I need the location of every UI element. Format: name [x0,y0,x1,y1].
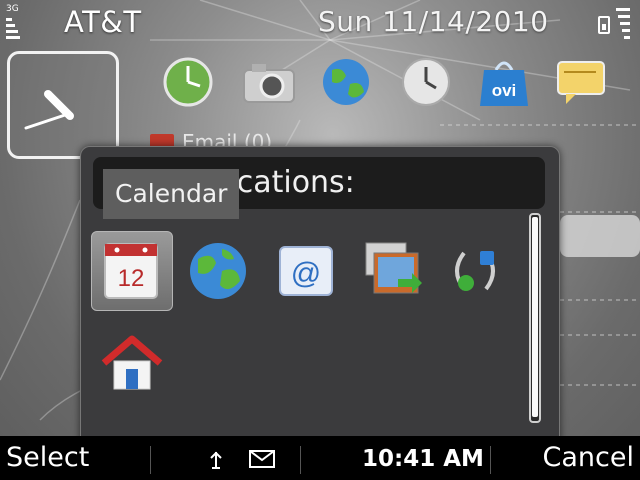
photos-icon [365,242,422,294]
applications-dialog: plications: Calendar 12 @ [80,146,560,446]
app-home[interactable] [91,323,173,403]
clock-icon [163,57,213,107]
calendar-icon: 12 [104,243,158,299]
messaging-icon [557,61,605,104]
app-calendar[interactable]: 12 [91,231,173,311]
battery-level-bars [614,4,630,42]
softkey-bar: Select 10:41 AM Cancel [0,436,640,480]
camera-icon [243,64,295,103]
tooltip: Calendar [103,169,240,219]
operator-name: AT&T [64,5,142,39]
globe-icon [190,243,246,299]
cancel-softkey[interactable]: Cancel [543,442,634,473]
clock-hands-icon [24,90,74,130]
date-display: Sun 11/14/2010 [318,5,549,38]
ovi-store-icon: ovi [480,61,528,106]
dialog-scrollbar[interactable] [529,213,541,423]
status-bar: 3G AT&T Sun 11/14/2010 [0,0,640,46]
calendar-date-label: 12 [118,265,145,292]
alarm-shortcut[interactable] [398,56,454,108]
usb-icon [210,451,222,469]
analog-clock-widget[interactable] [7,51,119,159]
clock-shortcut[interactable] [160,56,216,108]
camera-shortcut[interactable] [240,56,296,108]
ovi-label: ovi [492,81,517,100]
email-icon: @ [279,246,333,296]
app-email[interactable]: @ [265,231,347,311]
globe-icon [323,59,369,105]
signal-strength-icon: 3G [6,4,22,40]
app-web[interactable] [177,231,259,311]
ovi-sync-icon [455,251,495,291]
message-envelope-icon [249,450,275,468]
email-at-label: @ [291,257,321,290]
battery-icon [598,10,610,34]
scroll-thumb[interactable] [532,217,538,417]
clock-time: 10:41 AM [362,446,484,472]
home-icon [101,335,163,390]
app-photos[interactable] [351,231,433,311]
network-type-label: 3G [6,4,19,14]
select-softkey[interactable]: Select [6,442,89,473]
alarm-clock-icon [402,58,450,106]
ovi-store-shortcut[interactable]: ovi [476,56,532,108]
app-ovi-sync[interactable] [437,231,519,311]
web-shortcut[interactable] [318,56,374,108]
messaging-shortcut[interactable] [552,56,608,108]
